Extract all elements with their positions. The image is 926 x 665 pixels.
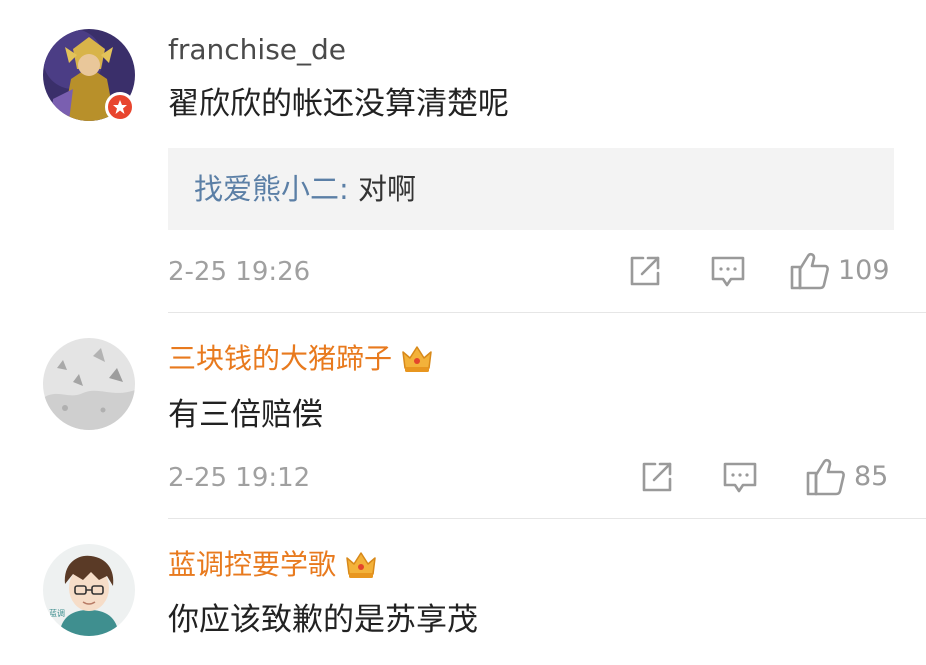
user-avatar[interactable]: 蓝调 [43, 544, 135, 636]
like-button[interactable]: 109 [790, 252, 890, 290]
comment-button[interactable] [722, 460, 758, 496]
comment-text: 翟欣欣的帐还没算清楚呢 [168, 86, 509, 122]
comment-text: 有三倍赔偿 [168, 397, 323, 433]
comment-icon [722, 460, 758, 496]
reply-separator: : [339, 172, 349, 206]
verified-badge-icon [105, 92, 135, 122]
like-count: 109 [838, 255, 890, 286]
username-text[interactable]: 三块钱的大猪蹄子 [168, 342, 392, 376]
comment-text: 你应该致歉的是苏享茂 [168, 602, 478, 638]
share-icon [628, 254, 662, 288]
comment-time: 2-25 19:12 [168, 463, 311, 493]
thumbs-up-icon [790, 252, 830, 290]
repost-button[interactable] [628, 254, 662, 288]
comment-button[interactable] [710, 254, 746, 290]
comment-time: 2-25 19:26 [168, 257, 311, 287]
thumbs-up-icon [806, 458, 846, 496]
crown-icon [344, 550, 378, 580]
divider [168, 518, 926, 519]
username-text[interactable]: 蓝调控要学歌 [168, 548, 336, 582]
crown-icon [400, 344, 434, 374]
reply-text: 对啊 [358, 172, 417, 206]
like-button[interactable]: 85 [806, 458, 888, 496]
svg-text:蓝调: 蓝调 [49, 608, 65, 618]
user-avatar[interactable] [43, 338, 135, 430]
reply-preview[interactable]: 找爱熊小二: 对啊 [168, 148, 894, 230]
divider [168, 312, 926, 313]
comment-icon [710, 254, 746, 290]
username[interactable]: franchise_de [168, 33, 346, 67]
reply-author[interactable]: 找爱熊小二 [194, 172, 339, 206]
username[interactable]: 蓝调控要学歌 [168, 548, 378, 582]
repost-button[interactable] [640, 460, 674, 494]
username[interactable]: 三块钱的大猪蹄子 [168, 342, 434, 376]
share-icon [640, 460, 674, 494]
like-count: 85 [854, 461, 889, 492]
